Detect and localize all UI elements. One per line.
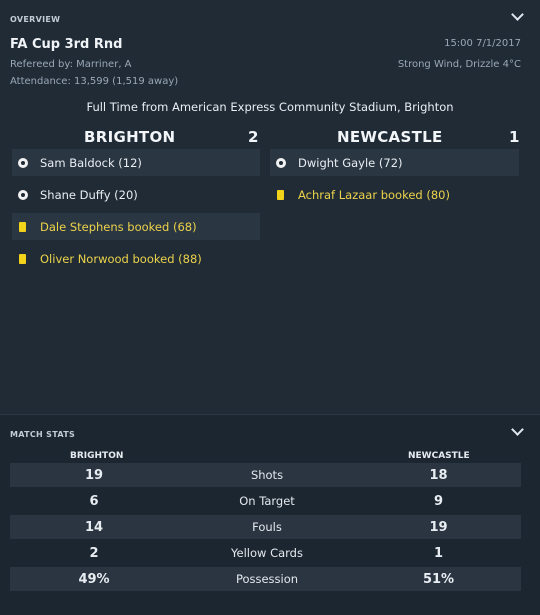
stat-away-value: 18	[429, 467, 448, 483]
home-event-text: Oliver Norwood booked (88)	[40, 251, 202, 266]
match-datetime: 15:00 7/1/2017	[444, 38, 521, 49]
competition-title: FA Cup 3rd Rnd	[10, 37, 123, 52]
stat-row-shots: 19 Shots 18	[10, 463, 521, 487]
away-event-text: Dwight Gayle (72)	[298, 155, 403, 170]
goal-ball-icon	[18, 189, 28, 200]
home-event-text: Dale Stephens booked (68)	[40, 219, 197, 234]
overview-section-title: OVERVIEW	[10, 15, 61, 24]
stats-away-header: NEWCASTLE	[408, 451, 470, 461]
stat-away-value: 1	[433, 545, 444, 561]
match-stats-section-title: MATCH STATS	[10, 430, 76, 439]
stat-label: Yellow Cards	[231, 546, 303, 560]
away-event-row[interactable]: Dwight Gayle (72)	[270, 149, 519, 176]
home-team-score: 2	[248, 128, 259, 146]
stat-home-value: 6	[89, 493, 99, 509]
home-team-name[interactable]: BRIGHTON	[84, 128, 175, 146]
goal-ball-icon	[276, 157, 286, 168]
stat-home-value: 2	[89, 545, 99, 561]
stat-home-value: 19	[84, 467, 104, 483]
referee-text: Refereed by: Marriner, A	[10, 59, 132, 70]
stat-away-value: 9	[433, 493, 444, 509]
stat-label: Shots	[250, 468, 284, 482]
home-event-row[interactable]: Dale Stephens booked (68)	[12, 213, 260, 240]
home-event-text: Sam Baldock (12)	[40, 155, 142, 170]
stat-home-value: 14	[84, 519, 104, 535]
away-event-row[interactable]: Achraf Lazaar booked (80)	[270, 181, 519, 208]
attendance-text: Attendance: 13,599 (1,519 away)	[10, 76, 179, 87]
full-time-headline: Full Time from American Express Communit…	[86, 100, 454, 114]
yellow-card-icon	[19, 221, 26, 232]
stat-row-on-target: 6 On Target 9	[10, 489, 521, 513]
stat-away-value: 19	[429, 519, 448, 535]
stats-home-header: BRIGHTON	[70, 451, 124, 461]
yellow-card-icon	[19, 253, 26, 264]
home-event-row[interactable]: Oliver Norwood booked (88)	[12, 245, 260, 272]
away-event-text: Achraf Lazaar booked (80)	[298, 187, 450, 202]
stat-label: On Target	[239, 494, 295, 508]
stat-home-value: 49%	[78, 571, 110, 587]
stat-label: Possession	[235, 572, 299, 586]
stat-row-yellow-cards: 2 Yellow Cards 1	[10, 541, 521, 565]
stat-row-fouls: 14 Fouls 19	[10, 515, 521, 539]
home-event-text: Shane Duffy (20)	[40, 187, 138, 202]
overview-panel: OVERVIEW FA Cup 3rd Rnd Refereed by: Mar…	[0, 0, 540, 412]
yellow-card-icon	[277, 189, 284, 200]
stat-away-value: 51%	[422, 571, 455, 587]
weather-text: Strong Wind, Drizzle 4°C	[397, 59, 521, 70]
stat-row-possession: 49% Possession 51%	[10, 567, 521, 591]
match-stats-panel: MATCH STATS BRIGHTON NEWCASTLE 19 Shots …	[0, 414, 540, 615]
home-event-row[interactable]: Shane Duffy (20)	[12, 181, 260, 208]
away-team-score: 1	[509, 128, 520, 146]
goal-ball-icon	[18, 157, 28, 168]
collapse-stats-chevron-icon[interactable]	[511, 423, 524, 436]
home-event-row[interactable]: Sam Baldock (12)	[12, 149, 260, 176]
stat-label: Fouls	[252, 520, 282, 534]
collapse-overview-chevron-icon[interactable]	[511, 8, 524, 21]
away-team-name[interactable]: NEWCASTLE	[337, 128, 443, 146]
